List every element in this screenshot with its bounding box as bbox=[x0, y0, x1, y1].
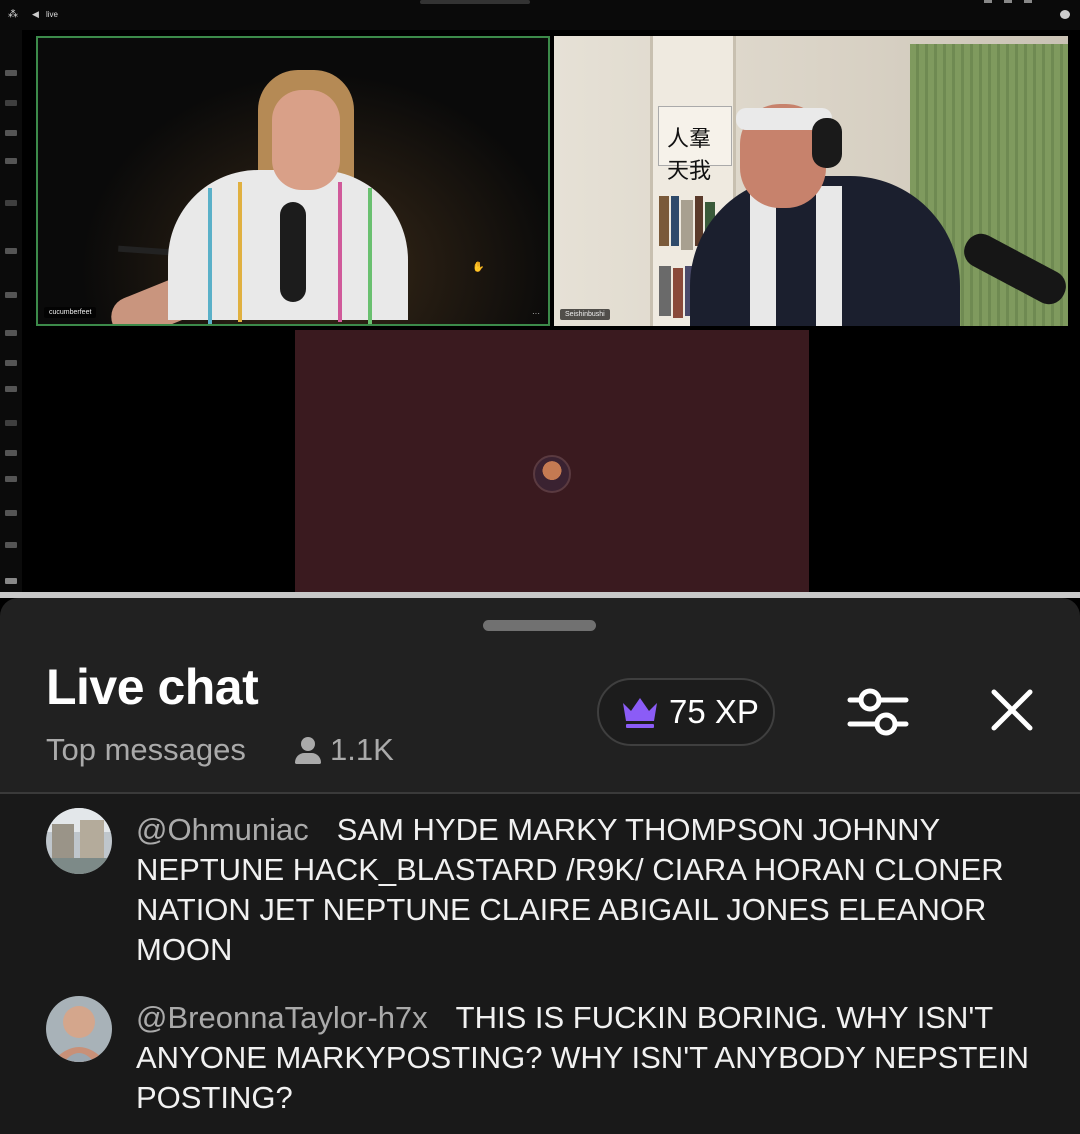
sidebar-mark bbox=[5, 292, 17, 298]
xp-label: 75 XP bbox=[669, 693, 759, 730]
tile-menu-button[interactable]: ··· bbox=[532, 309, 540, 318]
close-icon bbox=[986, 689, 1038, 740]
sidebar-mark bbox=[5, 100, 17, 106]
sidebar-mark bbox=[5, 450, 17, 456]
sidebar-mark bbox=[5, 70, 17, 76]
participant-name-tag: Seishinbushi bbox=[560, 309, 610, 320]
chat-message-list[interactable]: @Ohmuniac SAM HYDE MARKY THOMPSON JOHNNY … bbox=[0, 794, 1080, 1134]
sidebar-mark bbox=[5, 248, 17, 254]
video-tile-cucumberfeet[interactable]: cucumberfeet ··· bbox=[36, 36, 550, 326]
avatar[interactable] bbox=[46, 996, 112, 1062]
drag-handle[interactable] bbox=[483, 620, 596, 631]
mouse-cursor-icon: ✋ bbox=[472, 262, 485, 273]
chat-message-text: @Ohmuniac SAM HYDE MARKY THOMPSON JOHNNY … bbox=[136, 810, 1036, 970]
sidebar-mark bbox=[5, 360, 17, 366]
shirt-stripe bbox=[238, 182, 242, 322]
avatar[interactable] bbox=[46, 808, 112, 874]
sliders-icon bbox=[846, 688, 910, 744]
scarf bbox=[816, 186, 842, 326]
sidebar-mark bbox=[5, 386, 17, 392]
sidebar-mark bbox=[5, 578, 17, 584]
sidebar-mark bbox=[5, 510, 17, 516]
sidebar-mark bbox=[5, 130, 17, 136]
window-controls bbox=[984, 0, 1044, 4]
shirt-stripe bbox=[368, 188, 372, 324]
person-icon bbox=[292, 734, 324, 766]
sidebar-mark bbox=[5, 542, 17, 548]
participant-name-tag: cucumberfeet bbox=[44, 307, 97, 318]
sidebar-mark bbox=[5, 200, 17, 206]
close-button[interactable] bbox=[986, 684, 1038, 736]
xp-button[interactable]: 75 XP bbox=[597, 678, 775, 746]
sidebar-mark bbox=[5, 158, 17, 164]
book bbox=[671, 196, 679, 246]
calligraphy-text: 人羣天我 bbox=[667, 127, 712, 184]
sidebar-mark bbox=[5, 476, 17, 482]
book bbox=[673, 268, 683, 318]
book bbox=[659, 266, 671, 316]
participant-face bbox=[272, 90, 340, 190]
chat-mode-dropdown[interactable]: Top messages bbox=[46, 732, 246, 768]
shirt-stripe bbox=[338, 182, 342, 322]
chat-title: Live chat bbox=[46, 659, 259, 715]
stream-topbar: ⁂ ◀ live bbox=[0, 0, 1080, 30]
sidebar-mark bbox=[5, 330, 17, 336]
live-chat-panel: Live chat Top messages 1.1K 75 XP @Ohmun… bbox=[0, 598, 1080, 1134]
url-bar bbox=[420, 0, 530, 4]
participant-avatar bbox=[533, 455, 571, 493]
video-tile-seishinbushi[interactable]: 人羣天我 Seishinbushi bbox=[554, 36, 1068, 326]
book bbox=[681, 200, 693, 250]
calligraphy-scroll: 人羣天我 bbox=[658, 106, 732, 184]
shirt-stripe bbox=[208, 188, 212, 324]
crown-icon bbox=[621, 695, 659, 729]
tab-title: live bbox=[46, 10, 59, 19]
viewer-count-value: 1.1K bbox=[330, 732, 394, 767]
app-logo-icon: ⁂ bbox=[8, 9, 18, 20]
viewer-count: 1.1K bbox=[292, 732, 394, 768]
message-author[interactable]: @Ohmuniac bbox=[136, 812, 309, 847]
headphones bbox=[812, 118, 842, 168]
speaker-icon: ◀ bbox=[32, 9, 39, 19]
stream-sidebar bbox=[0, 30, 22, 592]
sidebar-mark bbox=[5, 420, 17, 426]
microphone bbox=[280, 202, 306, 302]
book bbox=[659, 196, 669, 246]
message-author[interactable]: @BreonnaTaylor-h7x bbox=[136, 1000, 428, 1035]
filter-button[interactable] bbox=[846, 684, 910, 740]
chat-message-text: @BreonnaTaylor-h7x THIS IS FUCKIN BORING.… bbox=[136, 998, 1036, 1118]
video-player[interactable]: ⁂ ◀ live cucumberfeet ··· ✋ 人羣天我 Seishin… bbox=[0, 0, 1080, 592]
chat-bubble-icon bbox=[1060, 10, 1070, 19]
